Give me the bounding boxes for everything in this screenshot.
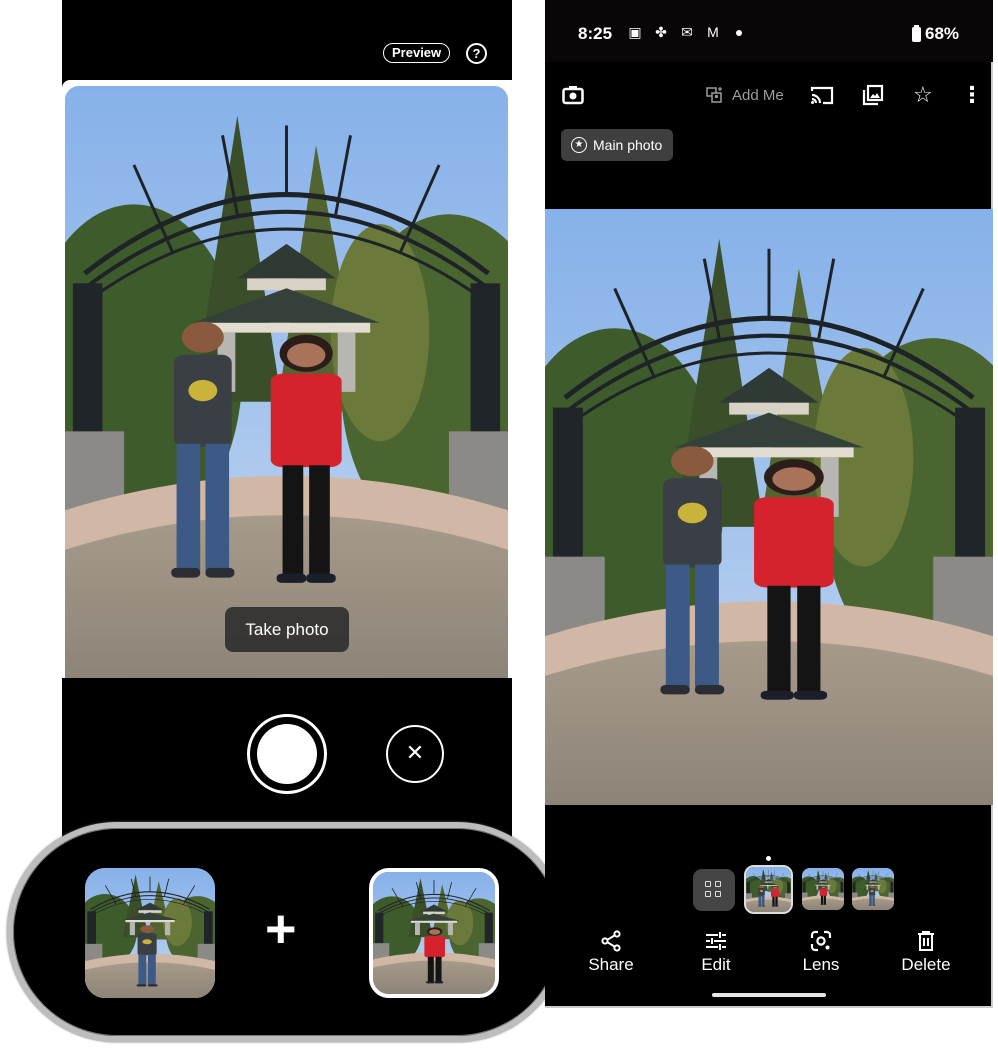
- pinwheel-icon: ✤: [655, 24, 667, 40]
- lens-icon: [810, 928, 832, 954]
- photo-actions-bar: Share Edit Lens Delete: [545, 928, 993, 984]
- merged-photo[interactable]: [545, 209, 993, 805]
- notification-icons: ▣ ✤ ✉ M: [626, 24, 742, 41]
- first-shot-image: [85, 868, 215, 998]
- preview-button[interactable]: Preview: [383, 43, 451, 63]
- star-icon[interactable]: ☆: [913, 82, 933, 108]
- trash-icon: [917, 928, 935, 954]
- take-photo-hint: Take photo: [225, 607, 349, 652]
- delete-button[interactable]: Delete: [886, 928, 966, 975]
- battery-percent: 68%: [925, 24, 960, 43]
- tune-icon: [705, 928, 727, 954]
- second-shot-scene: [373, 872, 495, 994]
- filmstrip-thumbnail-man[interactable]: [852, 868, 894, 910]
- home-gesture-bar[interactable]: [712, 993, 826, 997]
- gmail-icon: M: [707, 24, 719, 40]
- thumb-scene: [802, 868, 844, 910]
- first-shot-scene: [85, 868, 215, 998]
- first-shot-thumbnail: [85, 868, 215, 998]
- viewer-app-bar: Add Me ☆ ⋮: [545, 62, 993, 128]
- capture-summary-callout: +: [7, 822, 567, 1042]
- star-circle-icon: ★: [571, 137, 587, 153]
- camera-top-bar: Preview ?: [62, 0, 512, 80]
- merged-photo-image: [545, 209, 993, 805]
- lens-label: Lens: [802, 955, 840, 974]
- main-photo-chip[interactable]: ★ Main photo: [561, 129, 673, 161]
- cast-icon[interactable]: [810, 82, 834, 108]
- lens-button[interactable]: Lens: [781, 928, 861, 975]
- photos-viewer-screen: 8:25 ▣ ✤ ✉ M 68% Add Me ☆ ⋮ ★ Main photo…: [545, 0, 993, 1008]
- viewfinder-scene: [65, 86, 508, 678]
- delete-label: Delete: [901, 955, 951, 974]
- camera-icon[interactable]: [562, 82, 584, 108]
- viewfinder-frame: [62, 80, 512, 680]
- photo-filmstrip: [545, 852, 993, 922]
- camera-viewfinder[interactable]: [65, 86, 508, 678]
- outlook-icon: ✉: [681, 24, 693, 40]
- shutter-inner-circle: [257, 724, 317, 784]
- teams-icon: ▣: [628, 24, 642, 40]
- grid-icon[interactable]: [693, 869, 735, 911]
- second-shot-image: [373, 872, 495, 994]
- battery-icon: [912, 24, 921, 42]
- add-me-label: Add Me: [732, 86, 784, 104]
- add-to-album-icon[interactable]: [862, 82, 884, 108]
- status-time: 8:25: [578, 24, 613, 43]
- thumb-scene: [746, 867, 791, 912]
- thumb-scene: [852, 868, 894, 910]
- add-me-icon: [706, 87, 722, 103]
- current-position-dot: [766, 856, 771, 861]
- share-button[interactable]: Share: [571, 928, 651, 975]
- edit-button[interactable]: Edit: [676, 928, 756, 975]
- status-bar: 8:25 ▣ ✤ ✉ M 68%: [545, 0, 993, 62]
- more-notifications-dot: [736, 30, 742, 36]
- shutter-button[interactable]: [247, 714, 327, 794]
- plus-icon: +: [265, 899, 297, 959]
- share-label: Share: [588, 955, 634, 974]
- filmstrip-thumbnail-woman[interactable]: [802, 868, 844, 910]
- edit-label: Edit: [701, 955, 731, 974]
- more-vert-icon[interactable]: ⋮: [961, 82, 983, 108]
- add-me-button[interactable]: Add Me: [706, 82, 784, 108]
- close-icon[interactable]: ✕: [386, 725, 444, 783]
- add-me-camera-screen: Preview ? Take photo ✕: [62, 0, 512, 860]
- question-circle-icon[interactable]: ?: [466, 43, 487, 64]
- battery-indicator: 68%: [912, 24, 959, 44]
- share-icon: [600, 928, 622, 954]
- main-photo-label: Main photo: [593, 137, 663, 153]
- filmstrip-thumbnail-both[interactable]: [744, 865, 793, 914]
- second-shot-thumbnail: [369, 868, 499, 998]
